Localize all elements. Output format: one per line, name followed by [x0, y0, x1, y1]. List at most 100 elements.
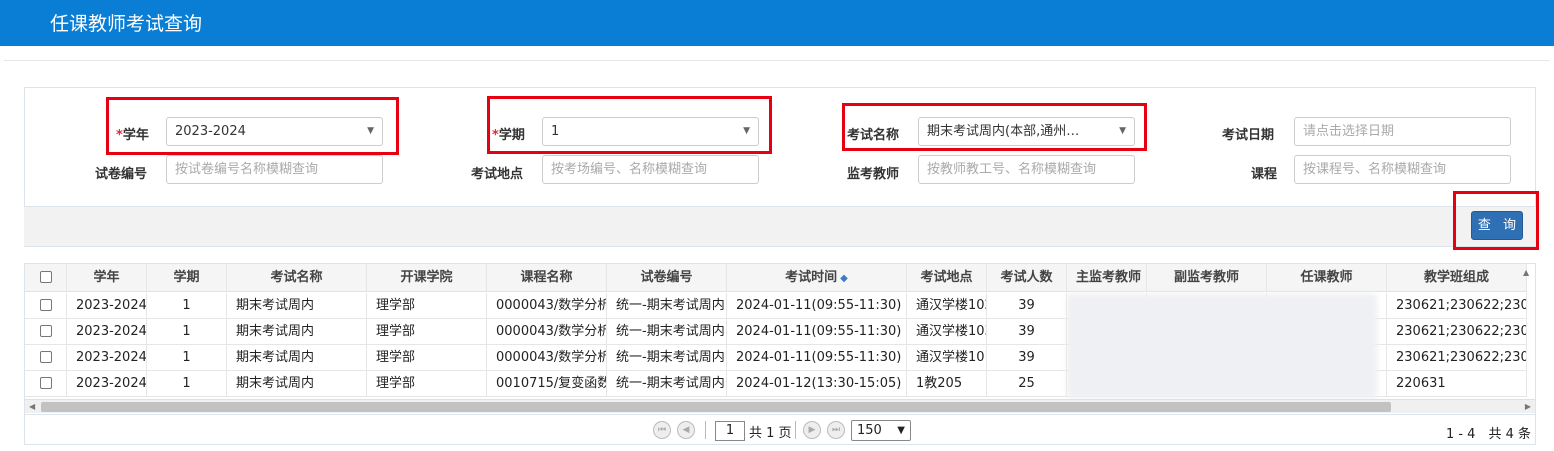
table-cell: 230621;230622;23062	[1387, 345, 1527, 370]
table-cell: 统一-期末考试周内	[607, 293, 727, 318]
academic-year-value: 2023-2024	[175, 124, 246, 139]
table-cell: 2023-2024	[67, 345, 147, 370]
table-cell: 通汉学楼101	[907, 345, 987, 370]
horizontal-scrollbar[interactable]: ◀ ▶	[25, 399, 1535, 413]
academic-year-select[interactable]: 2023-2024 ▼	[166, 117, 383, 146]
table-cell: 230621;230622;23062	[1387, 319, 1527, 344]
dropdown-arrow-icon: ▼	[743, 126, 750, 136]
paper-no-label: 试卷编号	[95, 167, 148, 182]
column-header[interactable]: 教学班组成	[1387, 264, 1527, 291]
scroll-up-icon[interactable]: ▲	[1523, 268, 1529, 277]
page-title: 任课教师考试查询	[50, 13, 203, 35]
exam-location-input[interactable]: 按考场编号、名称模糊查询	[542, 155, 759, 184]
table-cell: 统一-期末考试周内	[607, 371, 727, 396]
table-cell: 统一-期末考试周内	[607, 319, 727, 344]
main-content: *学年 2023-2024 ▼ *学期 1 ▼ 考试名称 期末考试周内(本部,通…	[4, 60, 1550, 451]
first-page-icon[interactable]: ⏮	[653, 421, 671, 439]
select-all-cell	[25, 264, 67, 291]
row-select-cell	[25, 345, 67, 370]
results-table: 学年 学期 考试名称 开课学院 课程名称 试卷编号 考试时间 ◆ 考试地点 考试人…	[24, 263, 1536, 445]
select-all-checkbox[interactable]	[39, 270, 52, 283]
table-cell: 220631	[1387, 371, 1527, 396]
last-page-icon[interactable]: ⏭	[827, 421, 845, 439]
table-cell: 1	[147, 371, 227, 396]
paper-no-input[interactable]: 按试卷编号名称模糊查询	[166, 155, 383, 184]
column-header[interactable]: 任课教师	[1267, 264, 1387, 291]
column-header[interactable]: 学期	[147, 264, 227, 291]
scroll-right-icon[interactable]: ▶	[1525, 400, 1531, 414]
button-bar	[24, 206, 1536, 246]
dropdown-arrow-icon: ▼	[1119, 126, 1126, 136]
column-header[interactable]: 主监考教师	[1067, 264, 1147, 291]
semester-select[interactable]: 1 ▼	[542, 117, 759, 146]
column-header[interactable]: 试卷编号	[607, 264, 727, 291]
table-cell: 理学部	[367, 319, 487, 344]
exam-name-value: 期末考试周内(本部,通州…	[927, 124, 1080, 139]
query-button[interactable]: 查 询	[1471, 211, 1523, 240]
row-checkbox[interactable]	[39, 324, 52, 337]
table-cell: 2023-2024	[67, 293, 147, 318]
table-cell: 1	[147, 293, 227, 318]
invigilator-label: 监考教师	[847, 167, 900, 182]
app-header: 任课教师考试查询	[0, 0, 1554, 46]
table-header: 学年 学期 考试名称 开课学院 课程名称 试卷编号 考试时间 ◆ 考试地点 考试人…	[25, 264, 1527, 292]
exam-name-select[interactable]: 期末考试周内(本部,通州… ▼	[918, 117, 1135, 146]
prev-page-icon[interactable]: ◀	[677, 421, 695, 439]
pagination-bar: ⏮ ◀ 1 共 1 页 ▶ ⏭ 150 ▼ 1 - 4 共 4 条	[25, 414, 1535, 444]
total-pages-text: 共 1 页	[749, 426, 792, 441]
exam-name-label: 考试名称	[847, 128, 900, 143]
redacted-area	[1067, 294, 1377, 398]
table-cell: 通汉学楼102	[907, 293, 987, 318]
column-header[interactable]: 考试人数	[987, 264, 1067, 291]
semester-label: *学期	[492, 128, 525, 143]
row-select-cell	[25, 319, 67, 344]
pager-divider	[795, 421, 796, 439]
exam-location-label: 考试地点	[471, 167, 524, 182]
table-cell: 0000043/数学分析-	[487, 293, 607, 318]
table-cell: 期末考试周内	[227, 345, 367, 370]
table-cell: 230621;230622;23062	[1387, 293, 1527, 318]
column-header[interactable]: 考试地点	[907, 264, 987, 291]
column-header[interactable]: 副监考教师	[1147, 264, 1267, 291]
table-cell: 2024-01-11(09:55-11:30)	[727, 345, 907, 370]
table-cell: 通汉学楼103	[907, 319, 987, 344]
table-cell: 25	[987, 371, 1067, 396]
invigilator-input[interactable]: 按教师教工号、名称模糊查询	[918, 155, 1135, 184]
table-cell: 2024-01-12(13:30-15:05)	[727, 371, 907, 396]
table-cell: 1	[147, 345, 227, 370]
scrollbar-thumb[interactable]	[41, 402, 1391, 412]
column-header-exam-time[interactable]: 考试时间 ◆	[727, 264, 907, 291]
row-select-cell	[25, 371, 67, 396]
page-number-input[interactable]: 1	[715, 421, 745, 441]
row-checkbox[interactable]	[39, 376, 52, 389]
table-cell: 0000043/数学分析-	[487, 319, 607, 344]
chevron-down-icon: ▼	[897, 425, 905, 436]
table-cell: 39	[987, 293, 1067, 318]
next-page-icon[interactable]: ▶	[803, 421, 821, 439]
course-input[interactable]: 按课程号、名称模糊查询	[1294, 155, 1511, 184]
scroll-left-icon[interactable]: ◀	[29, 400, 35, 414]
sort-icon[interactable]: ◆	[840, 273, 848, 284]
table-cell: 2024-01-11(09:55-11:30)	[727, 319, 907, 344]
row-checkbox[interactable]	[39, 350, 52, 363]
table-cell: 期末考试周内	[227, 293, 367, 318]
column-header[interactable]: 课程名称	[487, 264, 607, 291]
column-header[interactable]: 学年	[67, 264, 147, 291]
table-cell: 2023-2024	[67, 319, 147, 344]
row-checkbox[interactable]	[39, 298, 52, 311]
table-cell: 期末考试周内	[227, 371, 367, 396]
page-size-select[interactable]: 150 ▼	[851, 420, 911, 441]
table-cell: 理学部	[367, 293, 487, 318]
table-cell: 期末考试周内	[227, 319, 367, 344]
table-cell: 统一-期末考试周内	[607, 345, 727, 370]
exam-date-input[interactable]: 请点击选择日期	[1294, 117, 1511, 146]
exam-date-label: 考试日期	[1222, 128, 1275, 143]
table-cell: 0010715/复变函数-	[487, 371, 607, 396]
table-cell: 理学部	[367, 371, 487, 396]
semester-value: 1	[551, 124, 560, 139]
table-cell: 1教205	[907, 371, 987, 396]
record-range-text: 1 - 4 共 4 条	[1445, 427, 1531, 442]
column-header[interactable]: 开课学院	[367, 264, 487, 291]
row-select-cell	[25, 293, 67, 318]
column-header[interactable]: 考试名称	[227, 264, 367, 291]
